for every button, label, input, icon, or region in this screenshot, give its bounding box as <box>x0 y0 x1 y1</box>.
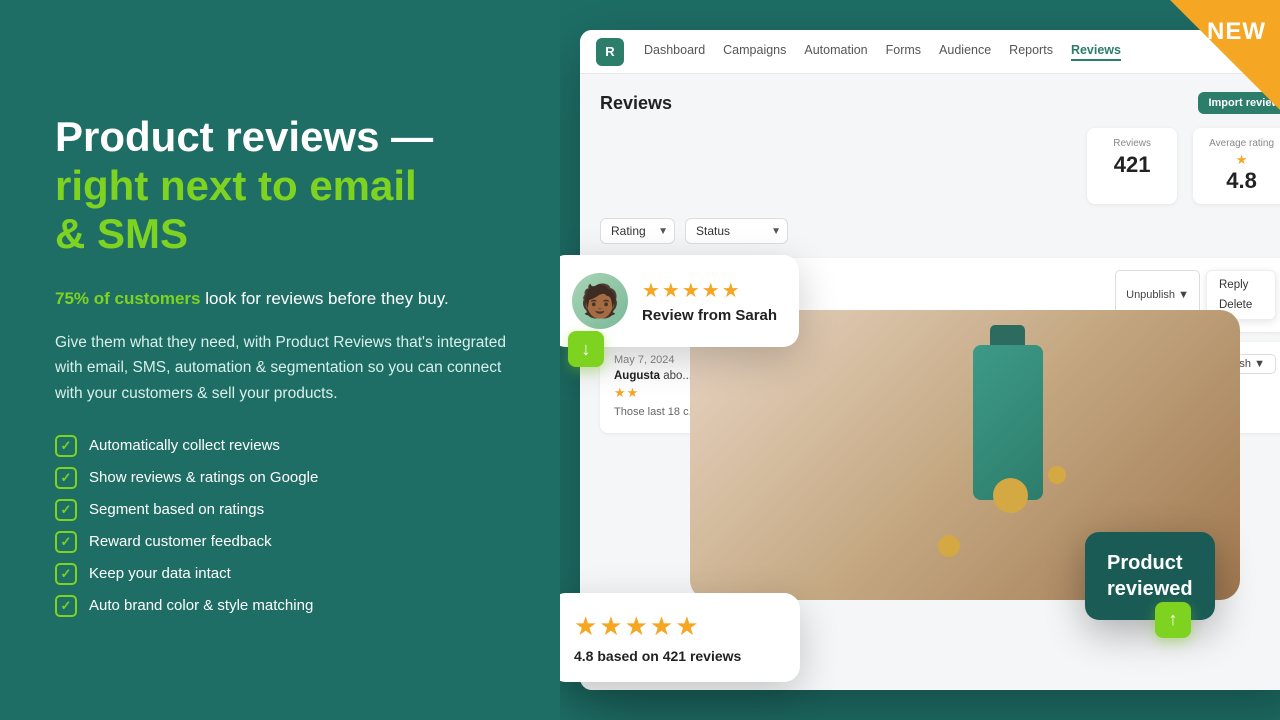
check-icon <box>55 563 77 585</box>
page-title: Reviews <box>600 93 672 114</box>
nav-item-automation[interactable]: Automation <box>804 43 867 61</box>
avatar-face: 🧑🏾 <box>580 282 620 320</box>
rating-filter[interactable]: Rating 1 Star 2 Stars 3 Stars 4 Stars 5 … <box>600 218 675 244</box>
nav-item-dashboard[interactable]: Dashboard <box>644 43 705 61</box>
rating-filter-wrap: Rating 1 Star 2 Stars 3 Stars 4 Stars 5 … <box>600 218 675 244</box>
download-icon: ↓ <box>568 331 604 367</box>
reviews-stat-card: Reviews 421 <box>1087 128 1177 204</box>
nav-item-campaigns[interactable]: Campaigns <box>723 43 786 61</box>
status-filter-wrap: Status Published Unpublished ▼ <box>685 218 788 244</box>
rating-card: ★★★★★ 4.8 based on 421 reviews <box>560 593 800 682</box>
feature-text: Segment based on ratings <box>89 501 264 518</box>
list-item: Automatically collect reviews <box>55 435 510 457</box>
stats-row: Reviews 421 Average rating ★ 4.8 <box>600 128 1280 204</box>
nav-items: Dashboard Campaigns Automation Forms Aud… <box>644 43 1121 61</box>
description: Give them what they need, with Product R… <box>55 330 510 407</box>
right-panel: R Dashboard Campaigns Automation Forms A… <box>560 0 1280 720</box>
check-icon <box>55 531 77 553</box>
headline-line2: right next to email <box>55 162 417 209</box>
bottle-body <box>973 345 1043 500</box>
floating-stars: ★★★★★ <box>642 278 777 303</box>
feature-text: Auto brand color & style matching <box>89 597 313 614</box>
list-item: Reward customer feedback <box>55 531 510 553</box>
nav-item-reports[interactable]: Reports <box>1009 43 1053 61</box>
product-reviewed-line2: reviewed <box>1107 578 1193 600</box>
headline: Product reviews — right next to email & … <box>55 113 510 258</box>
nav-item-reviews[interactable]: Reviews <box>1071 43 1121 61</box>
reply-action[interactable]: Reply <box>1207 275 1275 295</box>
rating-description: based on 421 reviews <box>597 648 741 664</box>
author-name-2: Augusta <box>614 370 660 382</box>
upload-icon: ↑ <box>1155 602 1191 638</box>
check-icon <box>55 595 77 617</box>
headline-line3: & SMS <box>55 210 188 257</box>
nav-item-audience[interactable]: Audience <box>939 43 991 61</box>
avatar: 🧑🏾 <box>572 273 628 329</box>
feature-text: Reward customer feedback <box>89 533 272 550</box>
feature-list: Automatically collect reviews Show revie… <box>55 435 510 617</box>
filter-row: Rating 1 Star 2 Stars 3 Stars 4 Stars 5 … <box>600 218 1280 244</box>
stat-line: 75% of customers look for reviews before… <box>55 286 510 312</box>
reviews-label: Reviews <box>1103 138 1161 149</box>
check-icon <box>55 435 77 457</box>
rating-value: 4.8 <box>1209 168 1274 194</box>
floating-review-name: Review from Sarah <box>642 307 777 324</box>
rating-card-text: 4.8 based on 421 reviews <box>574 648 776 664</box>
floating-review-content: ★★★★★ Review from Sarah <box>642 278 777 325</box>
deco-ball-3 <box>1048 466 1066 484</box>
bottle-cap <box>990 325 1025 345</box>
title-row: Reviews Import review <box>600 92 1280 114</box>
status-filter[interactable]: Status Published Unpublished <box>685 218 788 244</box>
nav-logo: R <box>596 38 624 66</box>
left-panel: Product reviews — right next to email & … <box>0 0 560 720</box>
feature-text: Show reviews & ratings on Google <box>89 469 318 486</box>
rating-stat-card: Average rating ★ 4.8 <box>1193 128 1280 204</box>
new-badge-text: NEW <box>1207 18 1266 46</box>
list-item: Keep your data intact <box>55 563 510 585</box>
feature-text: Automatically collect reviews <box>89 437 280 454</box>
check-icon <box>55 467 77 489</box>
floating-review-card: 🧑🏾 ★★★★★ Review from Sarah ↓ <box>560 255 799 347</box>
reviews-value: 421 <box>1103 152 1161 178</box>
deco-ball-1 <box>993 478 1028 513</box>
deco-ball-2 <box>938 535 960 557</box>
review-date-2: May 7, 2024 <box>614 354 675 366</box>
nav-item-forms[interactable]: Forms <box>886 43 921 61</box>
feature-text: Keep your data intact <box>89 565 231 582</box>
rating-label: Average rating <box>1209 138 1274 149</box>
headline-line1: Product reviews — <box>55 113 433 160</box>
product-reviewed-badge: Product reviewed ↑ <box>1085 532 1215 620</box>
list-item: Auto brand color & style matching <box>55 595 510 617</box>
rating-card-stars: ★★★★★ <box>574 611 776 642</box>
stat-rest: look for reviews before they buy. <box>201 289 449 308</box>
dashboard-nav: R Dashboard Campaigns Automation Forms A… <box>580 30 1280 74</box>
list-item: Show reviews & ratings on Google <box>55 467 510 489</box>
rating-number: 4.8 <box>574 648 593 664</box>
check-icon <box>55 499 77 521</box>
rating-star-icon: ★ <box>1209 152 1274 168</box>
product-reviewed-line1: Product <box>1107 552 1183 574</box>
list-item: Segment based on ratings <box>55 499 510 521</box>
stat-bold: 75% of customers <box>55 289 201 308</box>
